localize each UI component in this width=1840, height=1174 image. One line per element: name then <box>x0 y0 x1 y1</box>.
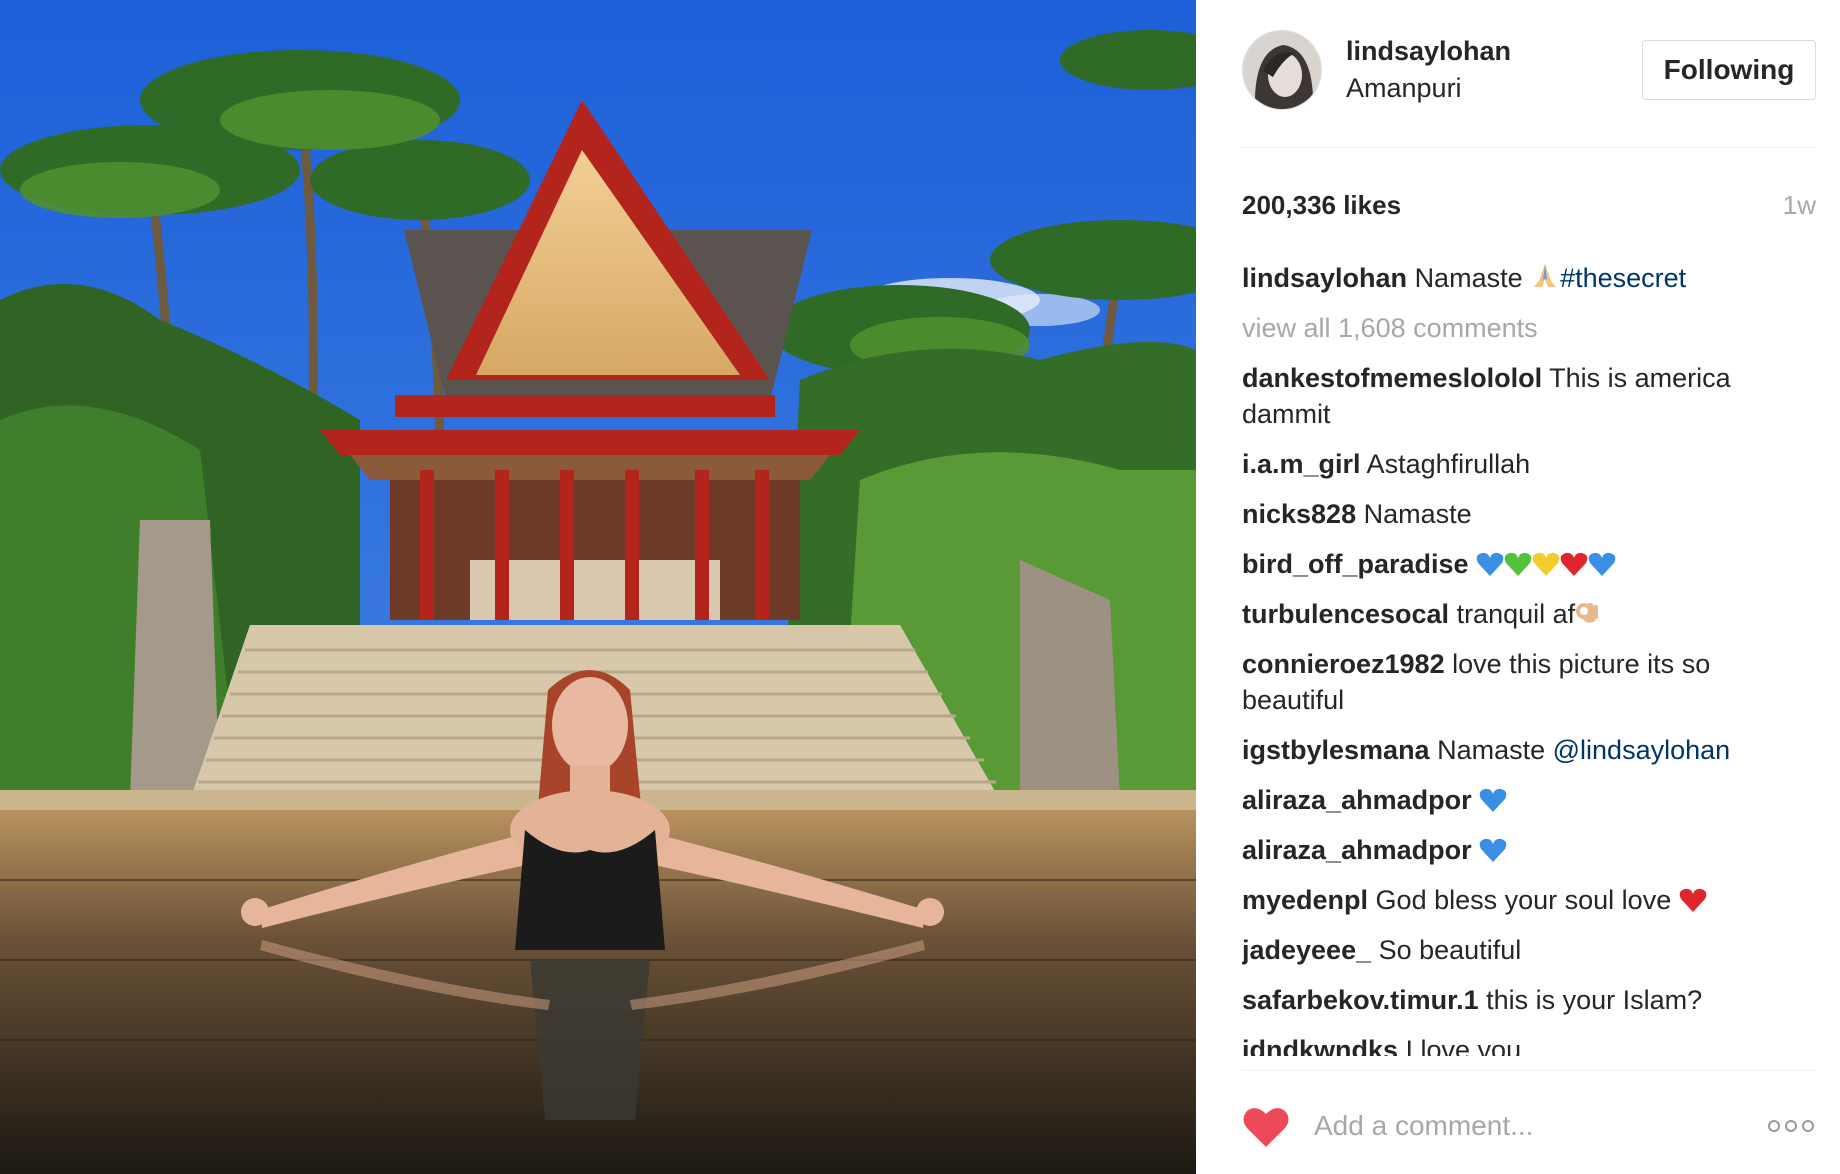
list-item: jadeyeee_ So beautiful <box>1242 932 1816 968</box>
list-item: idndkwndks I love you <box>1242 1032 1816 1056</box>
comment-text: this is your Islam? <box>1478 985 1703 1015</box>
comment-author[interactable]: myedenpl <box>1242 885 1368 915</box>
blue-heart-emoji <box>1479 837 1507 863</box>
caption-hashtag[interactable]: #thesecret <box>1560 263 1686 293</box>
comment-author[interactable]: dankestofmemeslololol <box>1242 363 1542 393</box>
list-item: bird_off_paradise <box>1242 546 1816 582</box>
comment-author[interactable]: safarbekov.timur.1 <box>1242 985 1479 1015</box>
yellow-heart-emoji <box>1532 551 1560 577</box>
caption-author[interactable]: lindsaylohan <box>1242 263 1407 293</box>
comment-author[interactable]: bird_off_paradise <box>1242 549 1469 579</box>
post-photo[interactable] <box>0 0 1196 1174</box>
green-heart-emoji <box>1504 551 1532 577</box>
red-heart-emoji <box>1679 887 1707 913</box>
post-side-panel: lindsaylohan Amanpuri Following 200,336 … <box>1196 0 1840 1174</box>
heart-icon <box>1243 1108 1289 1147</box>
comment-author[interactable]: idndkwndks <box>1242 1035 1398 1056</box>
comment-author[interactable]: jadeyeee_ <box>1242 935 1371 965</box>
comment-author[interactable]: turbulencesocal <box>1242 599 1449 629</box>
comment-author[interactable]: connieroez1982 <box>1242 649 1445 679</box>
comment-author[interactable]: nicks828 <box>1242 499 1356 529</box>
comment-author[interactable]: i.a.m_girl <box>1242 449 1361 479</box>
post-username[interactable]: lindsaylohan <box>1346 34 1511 68</box>
comment-text <box>1469 549 1477 579</box>
folded-hands-emoji <box>1530 261 1560 291</box>
comment-author[interactable]: aliraza_ahmadpor <box>1242 835 1472 865</box>
comment-author[interactable]: aliraza_ahmadpor <box>1242 785 1472 815</box>
comment-text: tranquil af <box>1449 599 1576 629</box>
list-item: igstbylesmana Namaste @lindsaylohan <box>1242 732 1816 768</box>
following-button[interactable]: Following <box>1642 40 1816 100</box>
caption-text: Namaste <box>1414 263 1531 293</box>
list-item: aliraza_ahmadpor <box>1242 832 1816 868</box>
blue-heart-emoji <box>1479 787 1507 813</box>
avatar-image <box>1243 31 1321 109</box>
comment-text: I love you <box>1398 1035 1522 1056</box>
comments-list: lindsaylohan Namaste #thesecret view all… <box>1242 260 1816 1056</box>
comment-text: So beautiful <box>1371 935 1522 965</box>
photo-illustration <box>0 0 1196 1174</box>
caption: lindsaylohan Namaste #thesecret <box>1242 260 1816 296</box>
comment-text <box>1472 835 1480 865</box>
list-item: myedenpl God bless your soul love <box>1242 882 1816 918</box>
add-comment-input[interactable] <box>1314 1101 1734 1151</box>
comment-text: Astaghfirullah <box>1360 449 1531 479</box>
list-item: aliraza_ahmadpor <box>1242 782 1816 818</box>
like-button[interactable] <box>1242 1105 1290 1149</box>
more-options-button[interactable] <box>1766 1111 1816 1141</box>
comment-text: God bless your soul love <box>1368 885 1679 915</box>
likes-row: 200,336 likes 1w <box>1242 186 1816 226</box>
likes-count[interactable]: 200,336 likes <box>1242 186 1401 224</box>
post-location[interactable]: Amanpuri <box>1346 70 1511 106</box>
comment-mention[interactable]: @lindsaylohan <box>1553 735 1731 765</box>
view-all-comments-link[interactable]: view all 1,608 comments <box>1242 310 1816 346</box>
more-options-icon <box>1768 1120 1814 1132</box>
post-time[interactable]: 1w <box>1783 186 1816 224</box>
list-item: dankestofmemeslololol This is america da… <box>1242 360 1816 432</box>
blue-heart-emoji <box>1476 551 1504 577</box>
blue-heart-emoji <box>1588 551 1616 577</box>
post-header: lindsaylohan Amanpuri Following <box>1242 28 1816 148</box>
red-heart-emoji <box>1560 551 1588 577</box>
comment-footer <box>1242 1070 1816 1174</box>
comment-text: Namaste <box>1356 499 1472 529</box>
list-item: turbulencesocal tranquil af <box>1242 596 1816 632</box>
comment-text: Namaste <box>1429 735 1553 765</box>
ok-hand-emoji <box>1575 599 1601 627</box>
avatar[interactable] <box>1242 30 1322 110</box>
list-item: nicks828 Namaste <box>1242 496 1816 532</box>
comment-text <box>1472 785 1480 815</box>
list-item: safarbekov.timur.1 this is your Islam? <box>1242 982 1816 1018</box>
comment-author[interactable]: igstbylesmana <box>1242 735 1430 765</box>
list-item: connieroez1982 love this picture its so … <box>1242 646 1816 718</box>
list-item: i.a.m_girl Astaghfirullah <box>1242 446 1816 482</box>
